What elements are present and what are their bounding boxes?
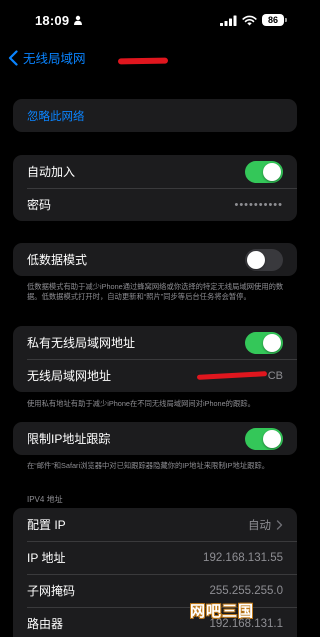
- password-row[interactable]: 密码 ••••••••••: [13, 188, 297, 221]
- private-address-row: 私有无线局域网地址: [13, 326, 297, 359]
- forget-network-group: 忽略此网络: [13, 99, 297, 132]
- subnet-mask-label: 子网掩码: [27, 584, 76, 598]
- low-data-row: 低数据模式: [13, 243, 297, 276]
- chevron-right-icon: [276, 519, 283, 530]
- router-label: 路由器: [27, 617, 64, 631]
- forget-network-link[interactable]: 忽略此网络: [27, 108, 85, 124]
- redacted-network-name: [117, 57, 169, 65]
- private-address-group: 私有无线局域网地址 无线局域网地址 CB: [13, 326, 297, 392]
- status-time: 18:09: [35, 13, 70, 28]
- redacted-mac-address: [196, 371, 267, 380]
- back-label: 无线局域网: [23, 52, 86, 66]
- ip-address-row: IP 地址 192.168.131.55: [13, 541, 297, 574]
- battery-indicator: 86: [262, 14, 287, 26]
- auto-join-row: 自动加入: [13, 155, 297, 188]
- low-data-group: 低数据模式: [13, 243, 297, 276]
- signal-icon: [220, 15, 237, 26]
- router-row: 路由器 192.168.131.1: [13, 607, 297, 637]
- ip-address-value: 192.168.131.55: [203, 551, 283, 564]
- ipv4-group: 配置 IP 自动 IP 地址 192.168.131.55 子网掩码 255.2…: [13, 508, 297, 637]
- back-button[interactable]: 无线局域网: [8, 48, 86, 67]
- nav-bar: 无线局域网: [0, 44, 310, 74]
- ipv4-section-header: IPV4 地址: [27, 495, 63, 504]
- limit-ip-toggle[interactable]: [245, 427, 283, 450]
- limit-ip-footnote: 在“邮件”和Safari浏览器中对已知跟踪器隐藏你的IP地址来限制IP地址跟踪。: [27, 461, 270, 470]
- password-label: 密码: [27, 198, 52, 212]
- status-bar: 18:09 86: [0, 0, 310, 40]
- private-address-toggle[interactable]: [245, 331, 283, 354]
- private-address-footnote: 使用私有地址有助于减少iPhone在不同无线局域网间对iPhone的跟踪。: [27, 399, 255, 408]
- configure-ip-mode: 自动: [248, 519, 271, 532]
- chevron-left-icon: [8, 49, 18, 66]
- subnet-mask-value: 255.255.255.0: [209, 584, 283, 597]
- private-address-label: 私有无线局域网地址: [27, 336, 136, 350]
- watermark-logo: 网吧三国: [190, 603, 255, 620]
- ip-address-label: IP 地址: [27, 551, 66, 565]
- wifi-icon: [242, 15, 257, 26]
- subnet-mask-row: 子网掩码 255.255.255.0: [13, 574, 297, 607]
- forget-network-row[interactable]: 忽略此网络: [13, 99, 297, 132]
- configure-ip-value: 自动: [248, 517, 283, 533]
- limit-ip-row: 限制IP地址跟踪: [13, 422, 297, 455]
- limit-ip-group: 限制IP地址跟踪: [13, 422, 297, 455]
- limit-ip-label: 限制IP地址跟踪: [27, 432, 111, 446]
- person-icon: [74, 15, 82, 25]
- low-data-label: 低数据模式: [27, 253, 88, 267]
- wifi-address-value: CB: [196, 369, 283, 382]
- configure-ip-row[interactable]: 配置 IP 自动: [13, 508, 297, 541]
- auto-join-label: 自动加入: [27, 165, 76, 179]
- join-settings-group: 自动加入 密码 ••••••••••: [13, 155, 297, 221]
- wifi-address-row: 无线局域网地址 CB: [13, 359, 297, 392]
- configure-ip-label: 配置 IP: [27, 518, 66, 532]
- password-value: ••••••••••: [234, 198, 283, 211]
- mac-address-tail: CB: [267, 369, 283, 382]
- low-data-toggle[interactable]: [245, 248, 283, 271]
- wifi-address-label: 无线局域网地址: [27, 369, 112, 383]
- auto-join-toggle[interactable]: [245, 160, 283, 183]
- low-data-footnote: 低数据模式有助于减少iPhone通过蜂窝网络或你选择的特定无线局域网使用的数据。…: [27, 282, 284, 301]
